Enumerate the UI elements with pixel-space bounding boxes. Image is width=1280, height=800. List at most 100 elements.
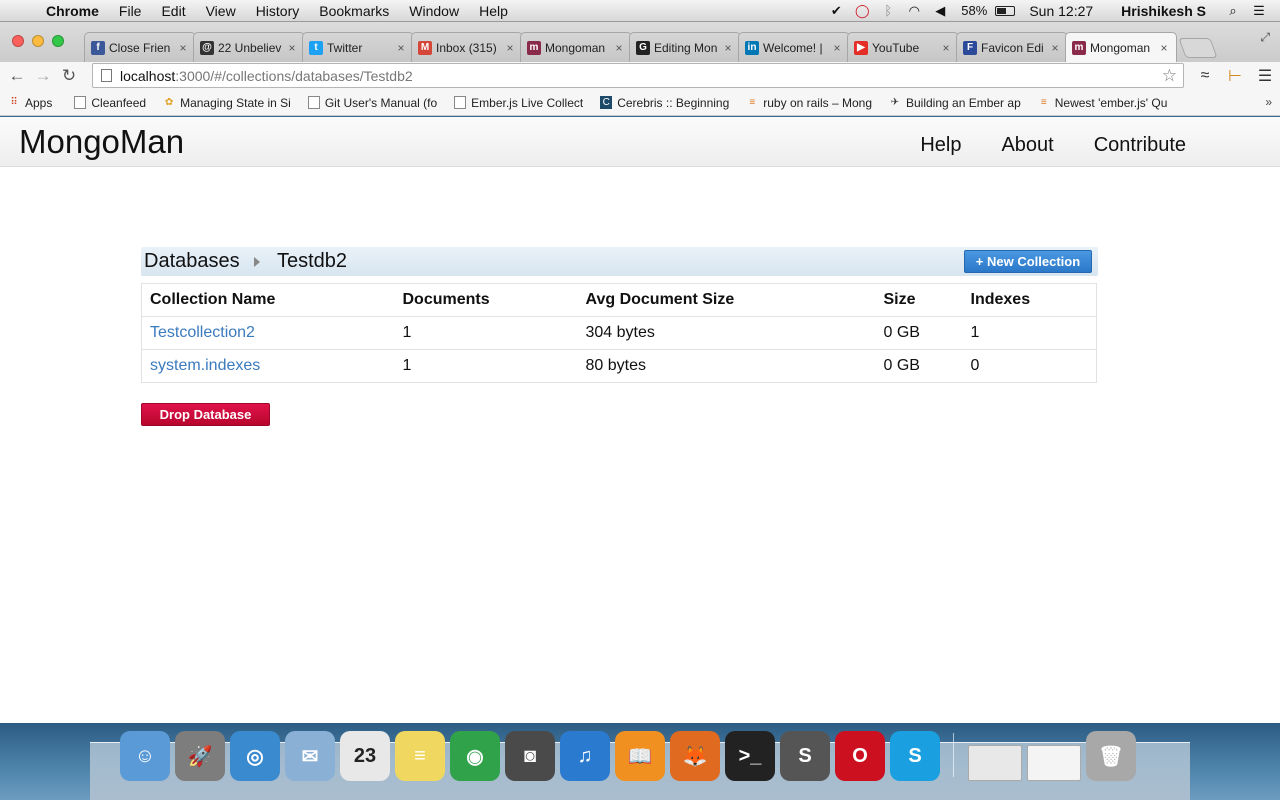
bookmark-item[interactable]: ≡ Newest 'ember.js' Qu [1038,96,1168,110]
tab-close-icon[interactable]: × [1158,41,1170,55]
nav-help-link[interactable]: Help [920,134,961,157]
bookmark-item[interactable]: Cleanfeed [74,96,146,110]
bookmark-item[interactable]: C Cerebris :: Beginning [600,96,729,110]
trash-icon[interactable]: 🗑 [1086,731,1136,781]
launchpad-icon[interactable]: 🚀 [175,731,225,781]
browser-tab[interactable]: m Mongoman × [1065,32,1177,62]
browser-tab[interactable]: in Welcome! | × [738,32,850,62]
forward-button[interactable]: → [30,66,56,86]
bookmark-star-icon[interactable]: ☆ [1162,66,1177,86]
menu-bookmarks[interactable]: Bookmarks [309,3,399,19]
calendar-icon[interactable]: 23 [340,731,390,781]
bookmark-item[interactable]: ≡ ruby on rails – Mong [746,96,872,110]
notification-center-icon[interactable]: ☰ [1246,3,1272,19]
new-collection-button[interactable]: + New Collection [964,250,1092,273]
menu-history[interactable]: History [246,3,310,19]
extension-approx-icon[interactable]: ≈ [1190,67,1220,85]
notes-icon[interactable]: ≡ [395,731,445,781]
opera-menu-icon[interactable]: ◯ [849,3,875,19]
tab-close-icon[interactable]: × [286,41,298,55]
address-bar[interactable]: localhost:3000/#/collections/databases/T… [92,63,1184,88]
browser-tab[interactable]: M Inbox (315) × [411,32,523,62]
nav-about-link[interactable]: About [1001,134,1053,157]
user-name[interactable]: Hrishikesh S [1101,3,1220,19]
bluetooth-icon[interactable]: ᛒ [875,3,901,18]
menu-view[interactable]: View [196,3,246,19]
clock[interactable]: Sun 12:27 [1015,3,1101,19]
browser-tab[interactable]: f Close Frien × [84,32,196,62]
tab-label: Mongoman [545,40,606,55]
browser-tab[interactable]: G Editing Mon × [629,32,741,62]
bookmark-item[interactable]: ✈ Building an Ember ap [889,96,1021,110]
bookmark-item[interactable]: Ember.js Live Collect [454,96,583,110]
documents-cell: 1 [394,349,578,383]
browser-tab[interactable]: t Twitter × [302,32,414,62]
minimize-window-button[interactable] [32,35,44,47]
column-header: Avg Document Size [577,283,876,317]
menu-file[interactable]: File [109,3,152,19]
collection-link[interactable]: system.indexes [150,357,260,374]
tab-close-icon[interactable]: × [831,41,843,55]
browser-tab[interactable]: F Favicon Edi × [956,32,1068,62]
browser-tab[interactable]: ▶ YouTube × [847,32,959,62]
apps-shortcut[interactable]: ⠿ Apps [8,96,52,110]
column-header: Collection Name [141,283,395,317]
close-window-button[interactable] [12,35,24,47]
tab-close-icon[interactable]: × [1049,41,1061,55]
skype-icon[interactable]: S [890,731,940,781]
evernote-icon[interactable]: ✔ [823,3,849,19]
firefox-icon[interactable]: 🦊 [670,731,720,781]
menu-edit[interactable]: Edit [151,3,195,19]
safari-icon[interactable]: ◎ [230,731,280,781]
menu-window[interactable]: Window [399,3,469,19]
window-thumb-1-icon[interactable] [968,745,1022,781]
nav-contribute-link[interactable]: Contribute [1094,134,1186,157]
breadcrumb-databases-link[interactable]: Databases [144,250,240,273]
tab-label: Editing Mon [654,40,718,55]
indexes-cell: 0 [962,349,1097,383]
back-button[interactable]: ← [4,66,30,86]
bookmark-item[interactable]: Git User's Manual (fo [307,96,437,110]
reload-button[interactable]: ↻ [56,66,82,86]
chrome-icon[interactable]: ◉ [450,731,500,781]
battery-icon[interactable] [995,5,1016,16]
wifi-icon[interactable]: ◠ [901,3,927,19]
tab-close-icon[interactable]: × [395,41,407,55]
battery-percent[interactable]: 58% [953,3,995,18]
opera-icon[interactable]: O [835,731,885,781]
collection-link[interactable]: Testcollection2 [150,324,255,341]
tab-close-icon[interactable]: × [177,41,189,55]
url-path: :3000/#/collections/databases/Testdb2 [175,67,413,84]
menu-app-name[interactable]: Chrome [40,3,109,19]
mail-icon[interactable]: ✉ [285,731,335,781]
zoom-window-button[interactable] [52,35,64,47]
facetime-icon[interactable]: ◙ [505,731,555,781]
tab-close-icon[interactable]: × [613,41,625,55]
itunes-icon[interactable]: ♫ [560,731,610,781]
browser-tab[interactable]: m Mongoman × [520,32,632,62]
brand-logo[interactable]: MongoMan [19,123,184,161]
extensions: ≈ ⊢ ☰ [1190,62,1280,90]
browser-tab[interactable]: @22 Unbeliev × [193,32,305,62]
drop-database-button[interactable]: Drop Database [141,403,270,426]
spotlight-icon[interactable]: ⌕ [1220,3,1246,19]
bird-icon: ✈ [890,97,900,108]
sublime-icon[interactable]: S [780,731,830,781]
tab-close-icon[interactable]: × [722,41,734,55]
window-thumb-2-icon[interactable] [1027,745,1081,781]
ibooks-icon[interactable]: 📖 [615,731,665,781]
tab-label: YouTube [872,40,920,55]
menu-help[interactable]: Help [469,3,518,19]
tab-close-icon[interactable]: × [940,41,952,55]
chrome-menu-icon[interactable]: ☰ [1250,66,1280,86]
new-tab-button[interactable] [1178,38,1218,58]
bookmark-item[interactable]: ✿ Managing State in Si [163,96,291,110]
terminal-icon[interactable]: >_ [725,731,775,781]
url-host: localhost [120,67,176,84]
fullscreen-icon[interactable]: ⤢ [1260,30,1270,45]
tab-close-icon[interactable]: × [504,41,516,55]
volume-icon[interactable]: ◀ [927,3,953,19]
finder-icon[interactable]: ☺ [120,731,170,781]
bookmarks-overflow-icon[interactable]: » [1265,95,1272,109]
extension-ruler-icon[interactable]: ⊢ [1220,66,1250,86]
